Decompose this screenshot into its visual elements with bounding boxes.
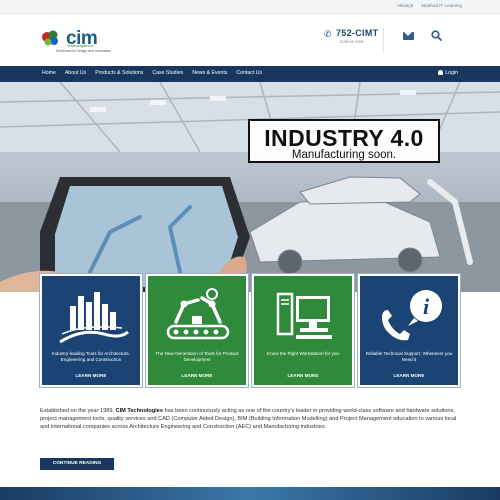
footer-strip <box>0 487 500 500</box>
hero-banner: INDUSTRY 4.0 Manufacturing soon. <box>0 82 500 292</box>
mail-icon[interactable] <box>403 32 414 40</box>
logo-tagline-top: Technologies Inc. <box>67 44 95 48</box>
search-icon[interactable] <box>431 30 442 41</box>
hero-factory-image <box>0 82 500 292</box>
nav-item-about[interactable]: About Us <box>65 70 86 76</box>
card-text: Know the Right Workstation for you <box>267 351 339 356</box>
card-text: Industry-leading Tools for Architecture,… <box>51 351 131 362</box>
card-aec-tools[interactable]: Industry-leading Tools for Architecture,… <box>40 274 142 387</box>
nav-items: Home About Us Products & Solutions Case … <box>42 70 271 76</box>
nav-item-news[interactable]: News & Events <box>192 70 227 76</box>
card-text: Reliable Technical Support, Whenever you… <box>365 351 453 362</box>
feature-cards: Industry-leading Tools for Architecture,… <box>40 274 460 388</box>
svg-text:i: i <box>423 294 430 319</box>
hero-title: INDUSTRY 4.0 <box>264 125 424 151</box>
card-text: The New Generation of Tools for Product … <box>155 351 239 362</box>
top-link-1[interactable]: Alexarjit <box>397 3 413 8</box>
nav-item-contact[interactable]: Contact Us <box>236 70 262 76</box>
top-link-2[interactable]: Stanford IT Learning <box>421 3 462 8</box>
top-links: Alexarjit Stanford IT Learning <box>397 3 462 8</box>
cim-logo[interactable]: cim Technologies Inc. Solutions for Desi… <box>40 28 112 54</box>
phone-icon: ✆ <box>324 29 332 39</box>
card-workstation[interactable]: Know the Right Workstation for you LEARN… <box>252 274 354 387</box>
nav-item-case-studies[interactable]: Case Studies <box>152 70 183 76</box>
nav-item-products[interactable]: Products & Solutions <box>95 70 143 76</box>
phone-number: 752-CIMT <box>336 28 379 38</box>
hero-title-box: INDUSTRY 4.0 Manufacturing soon. <box>248 119 440 163</box>
site-header: cim Technologies Inc. Solutions for Desi… <box>0 14 500 66</box>
continue-reading-button[interactable]: CONTINUE READING <box>40 458 114 470</box>
intro-lead: Established on the year 1989, <box>40 408 116 414</box>
intro-company: CIM Technologies <box>115 408 164 414</box>
top-utility-bar: Alexarjit Stanford IT Learning <box>0 0 500 14</box>
logo-emblem-icon <box>42 30 58 46</box>
card-technical-support[interactable]: i Reliable Technical Support, Whenever y… <box>358 274 460 387</box>
call-label: Call us now <box>340 39 364 44</box>
login-link[interactable]: Login <box>438 70 458 76</box>
robot-arm-conveyor-icon <box>166 288 230 340</box>
learn-more-link[interactable]: LEARN MORE <box>42 373 140 378</box>
logo-tagline-bottom: Solutions for Design and Innovation <box>56 49 112 53</box>
city-skyline-icon <box>59 292 129 344</box>
company-intro: Established on the year 1989, CIM Techno… <box>40 408 460 432</box>
learn-more-link[interactable]: LEARN MORE <box>254 373 352 378</box>
user-icon <box>438 70 444 75</box>
main-navigation: Home About Us Products & Solutions Case … <box>0 66 500 82</box>
card-product-development[interactable]: The New Generation of Tools for Product … <box>146 274 248 387</box>
hero-subtitle: Manufacturing soon. <box>291 149 397 161</box>
learn-more-link[interactable]: LEARN MORE <box>360 373 458 378</box>
nav-item-home[interactable]: Home <box>42 70 56 76</box>
phone-contact[interactable]: ✆ 752-CIMT Call us now <box>322 28 384 52</box>
login-label: Login <box>445 70 458 76</box>
support-info-icon: i <box>382 290 442 341</box>
learn-more-link[interactable]: LEARN MORE <box>148 373 246 378</box>
workstation-icon <box>276 292 332 339</box>
